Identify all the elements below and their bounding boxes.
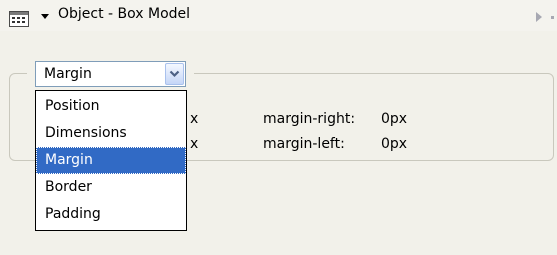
dropdown-option-margin[interactable]: Margin — [36, 147, 186, 174]
category-select-value: Margin — [44, 66, 92, 82]
chevron-down-icon[interactable] — [41, 14, 49, 19]
category-dropdown-list: Position Dimensions Margin Border Paddin… — [35, 90, 187, 231]
margin-top-value-partial: x — [190, 111, 199, 127]
panel-menu-icon[interactable] — [9, 11, 29, 27]
dropdown-option-dimensions[interactable]: Dimensions — [36, 120, 186, 147]
chevron-down-icon — [169, 70, 180, 78]
dot-icon — [551, 16, 554, 19]
category-select[interactable]: Margin — [35, 61, 186, 87]
margin-right-label: margin-right: — [263, 111, 356, 127]
margin-left-label: margin-left: — [263, 136, 345, 152]
dropdown-option-padding[interactable]: Padding — [36, 201, 186, 228]
dropdown-button[interactable] — [165, 63, 184, 85]
panel-title-bar: Object - Box Model — [0, 0, 557, 31]
box-model-panel: Object - Box Model Margin m x margin-rig… — [0, 0, 557, 255]
margin-right-value[interactable]: 0px — [381, 111, 407, 127]
triangle-right-icon[interactable] — [536, 12, 542, 22]
panel-title: Object - Box Model — [58, 6, 191, 22]
margin-bottom-value-partial: x — [190, 136, 199, 152]
margin-left-value[interactable]: 0px — [381, 136, 407, 152]
dropdown-option-border[interactable]: Border — [36, 174, 186, 201]
dropdown-option-position[interactable]: Position — [36, 93, 186, 120]
